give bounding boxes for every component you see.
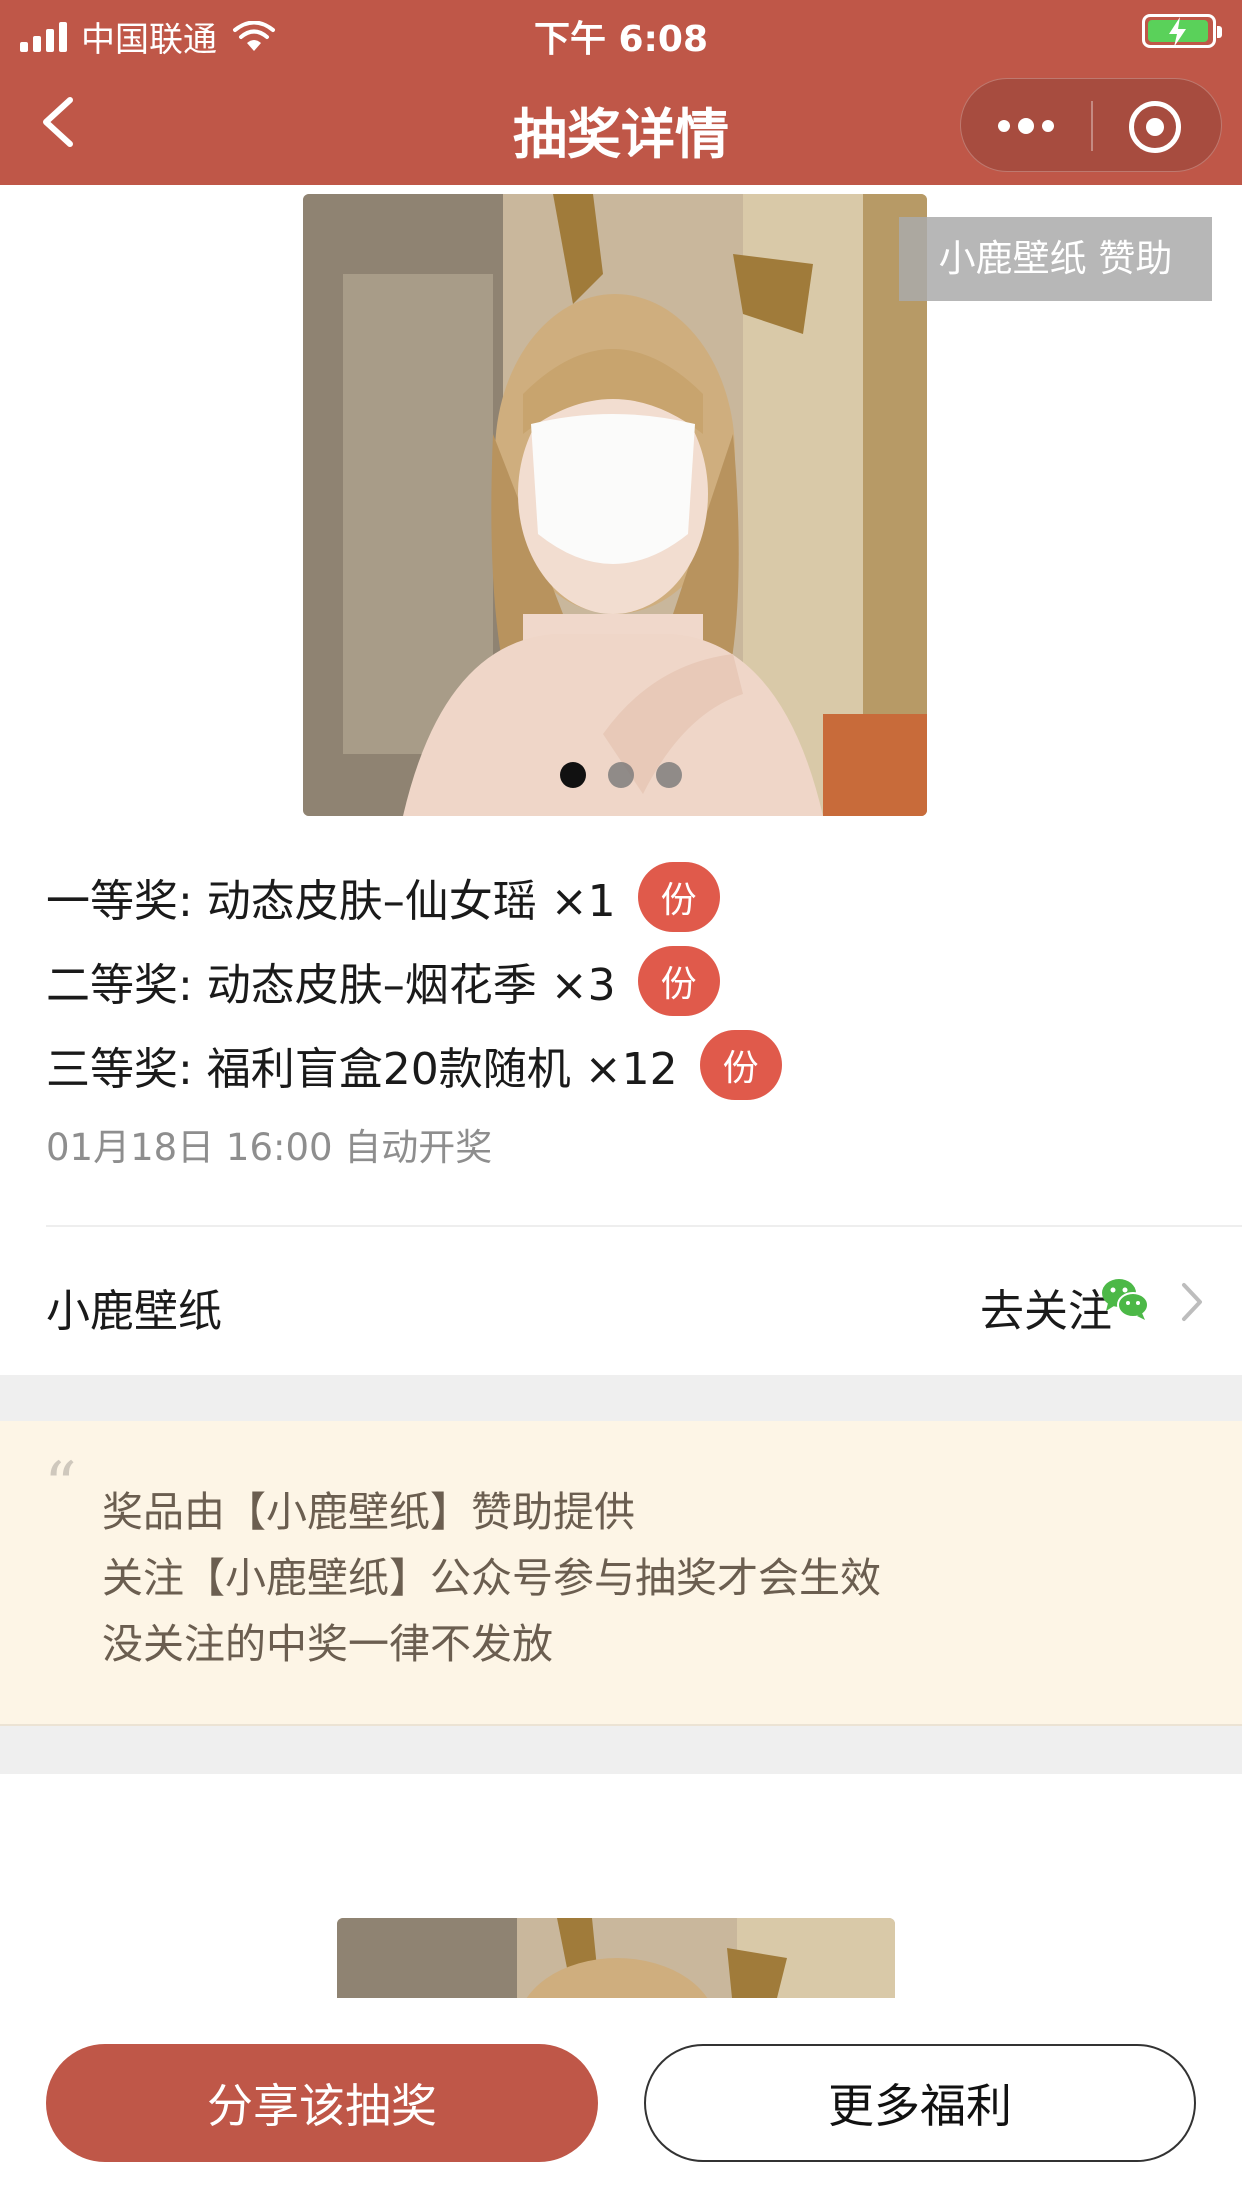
sponsor-tag: 小鹿壁纸 赞助 xyxy=(899,217,1212,301)
carousel-dot[interactable] xyxy=(656,762,682,788)
bottom-action-bar: 分享该抽奖 更多福利 xyxy=(0,1998,1242,2208)
prize-item: 三等奖: 福利盲盒20款随机 ×12 份 xyxy=(46,1023,1206,1107)
chevron-right-icon xyxy=(1182,1283,1202,1321)
carousel-dot-active[interactable] xyxy=(560,762,586,788)
carousel-dot[interactable] xyxy=(608,762,634,788)
detail-image-preview xyxy=(337,1918,895,1998)
prize-item: 一等奖: 动态皮肤–仙女瑶 ×1 份 xyxy=(46,855,1206,939)
status-bar: 中国联通 下午 6:08 xyxy=(0,0,1242,62)
account-name: 小鹿壁纸 xyxy=(46,1286,222,1337)
more-benefits-button[interactable]: 更多福利 xyxy=(644,2044,1196,2162)
wechat-icon xyxy=(1102,1279,1149,1320)
notice-line: 奖品由【小鹿壁纸】赞助提供 xyxy=(102,1488,635,1536)
sponsor-notice: “ 奖品由【小鹿壁纸】赞助提供 关注【小鹿壁纸】公众号参与抽奖才会生效 没关注的… xyxy=(0,1421,1242,1726)
mini-program-capsule xyxy=(960,78,1222,172)
official-account-row[interactable]: 小鹿壁纸 去关注 xyxy=(0,1227,1242,1375)
navigation-bar: 抽奖详情 xyxy=(0,62,1242,185)
prize-label: 二等奖: 动态皮肤–烟花季 ×3 xyxy=(46,960,616,1011)
prize-list: 一等奖: 动态皮肤–仙女瑶 ×1 份 二等奖: 动态皮肤–烟花季 ×3 份 三等… xyxy=(46,855,1206,1107)
notice-line: 关注【小鹿壁纸】公众号参与抽奖才会生效 xyxy=(102,1554,881,1602)
section-gap xyxy=(0,1726,1242,1774)
quantity-badge: 份 xyxy=(637,862,720,932)
status-time: 下午 6:08 xyxy=(533,19,709,60)
notice-line: 没关注的中奖一律不发放 xyxy=(102,1620,553,1668)
prize-item: 二等奖: 动态皮肤–烟花季 ×3 份 xyxy=(46,939,1206,1023)
follow-link[interactable]: 去关注 xyxy=(980,1275,1112,1339)
prize-image-carousel[interactable] xyxy=(303,194,927,816)
battery-icon xyxy=(1142,14,1222,48)
quantity-badge: 份 xyxy=(637,946,720,1016)
carousel-indicator xyxy=(560,762,682,788)
prize-label: 三等奖: 福利盲盒20款随机 ×12 xyxy=(46,1044,678,1095)
quantity-badge: 份 xyxy=(699,1030,782,1100)
section-gap xyxy=(0,1375,1242,1421)
more-menu-icon[interactable] xyxy=(961,79,1091,173)
close-mini-program-icon[interactable] xyxy=(1129,101,1181,153)
top-bar: 中国联通 下午 6:08 抽奖详情 xyxy=(0,0,1242,185)
share-lottery-button[interactable]: 分享该抽奖 xyxy=(46,2044,598,2162)
capsule-divider xyxy=(1091,101,1093,151)
draw-time: 01月18日 16:00 自动开奖 xyxy=(46,1126,493,1169)
prize-photo xyxy=(303,194,927,816)
prize-label: 一等奖: 动态皮肤–仙女瑶 ×1 xyxy=(46,876,616,927)
quote-icon: “ xyxy=(44,1449,77,1523)
